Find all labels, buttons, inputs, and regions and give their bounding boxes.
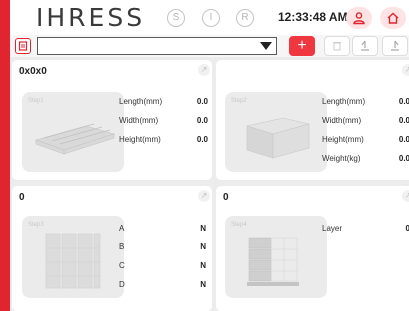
recipe-select[interactable] xyxy=(37,37,277,55)
toolbar: + xyxy=(10,35,409,57)
clock: 12:33:48 AM xyxy=(278,10,348,24)
weight-label: Weight(kg) xyxy=(322,154,361,163)
width-value: 0.0 xyxy=(196,116,208,125)
mode-r-button[interactable]: R xyxy=(236,9,254,27)
box-image: Step2 xyxy=(225,92,327,172)
card-title: 0 xyxy=(223,192,229,203)
import-button[interactable] xyxy=(352,36,378,56)
d-value: N xyxy=(200,280,206,289)
card-title: 0 xyxy=(19,192,25,203)
height-value: 0.0 xyxy=(398,135,409,144)
expand-icon[interactable]: ↗ xyxy=(402,190,409,202)
c-label: C xyxy=(119,261,125,270)
length-value: 0.0 xyxy=(196,97,208,106)
mode-s-button[interactable]: S xyxy=(167,9,185,27)
layer-card[interactable]: 0 ↗ Step4 Layer 0 xyxy=(216,186,409,311)
mode-i-button[interactable]: I xyxy=(202,9,220,27)
home-button[interactable] xyxy=(380,7,406,29)
pallet-card[interactable]: 0x0x0 ↗ Step1 Length(mm) 0.0 Width(mm) 0… xyxy=(12,60,212,180)
c-value: N xyxy=(200,261,206,270)
pallet-image: Step1 xyxy=(22,92,124,172)
width-label: Width(mm) xyxy=(119,116,159,125)
left-accent-bar xyxy=(0,0,10,311)
stack-icon xyxy=(247,237,299,286)
b-label: B xyxy=(119,242,125,251)
header: IHRESS S I R 12:33:48 AM xyxy=(10,0,409,35)
a-label: A xyxy=(119,224,125,233)
document-icon xyxy=(18,41,28,51)
home-icon xyxy=(387,12,399,24)
weight-value: 0.0 xyxy=(398,154,409,163)
a-value: N xyxy=(200,224,206,233)
length-label: Length(mm) xyxy=(119,97,163,106)
expand-icon[interactable]: ↗ xyxy=(402,64,409,76)
width-value: 0.0 xyxy=(398,116,409,125)
height-label: Height(mm) xyxy=(119,135,161,144)
layout-image: Step3 xyxy=(22,216,124,298)
layer-value: 0 xyxy=(405,224,409,233)
expand-icon[interactable]: ↗ xyxy=(198,190,210,202)
trash-icon xyxy=(333,42,341,51)
file-button[interactable] xyxy=(15,38,31,54)
length-value: 0.0 xyxy=(398,97,409,106)
layer-label: Layer xyxy=(322,224,343,233)
layout-icon xyxy=(45,233,101,289)
length-label: Length(mm) xyxy=(322,97,366,106)
box-icon xyxy=(245,117,310,159)
expand-icon[interactable]: ↗ xyxy=(198,64,210,76)
user-button[interactable] xyxy=(346,7,372,29)
width-label: Width(mm) xyxy=(322,116,362,125)
b-value: N xyxy=(200,242,206,251)
export-icon xyxy=(391,40,399,51)
card-title: 0x0x0 xyxy=(19,66,47,77)
height-label: Height(mm) xyxy=(322,135,364,144)
export-button[interactable] xyxy=(382,36,408,56)
pallet-icon xyxy=(35,123,116,155)
chevron-down-icon xyxy=(260,42,272,50)
height-value: 0.0 xyxy=(196,135,208,144)
brand-logo: IHRESS xyxy=(36,3,146,32)
d-label: D xyxy=(119,280,125,289)
delete-button[interactable] xyxy=(324,36,350,56)
import-icon xyxy=(361,40,369,51)
box-card[interactable]: ↗ Step2 Length(mm) 0.0 Width(mm) 0.0 Hei… xyxy=(216,60,409,180)
user-icon xyxy=(353,12,365,25)
add-button[interactable]: + xyxy=(289,36,315,56)
sensor-card[interactable]: 0 ↗ Step3 A N B N C N D N xyxy=(12,186,212,311)
stack-image: Step4 xyxy=(225,216,327,298)
